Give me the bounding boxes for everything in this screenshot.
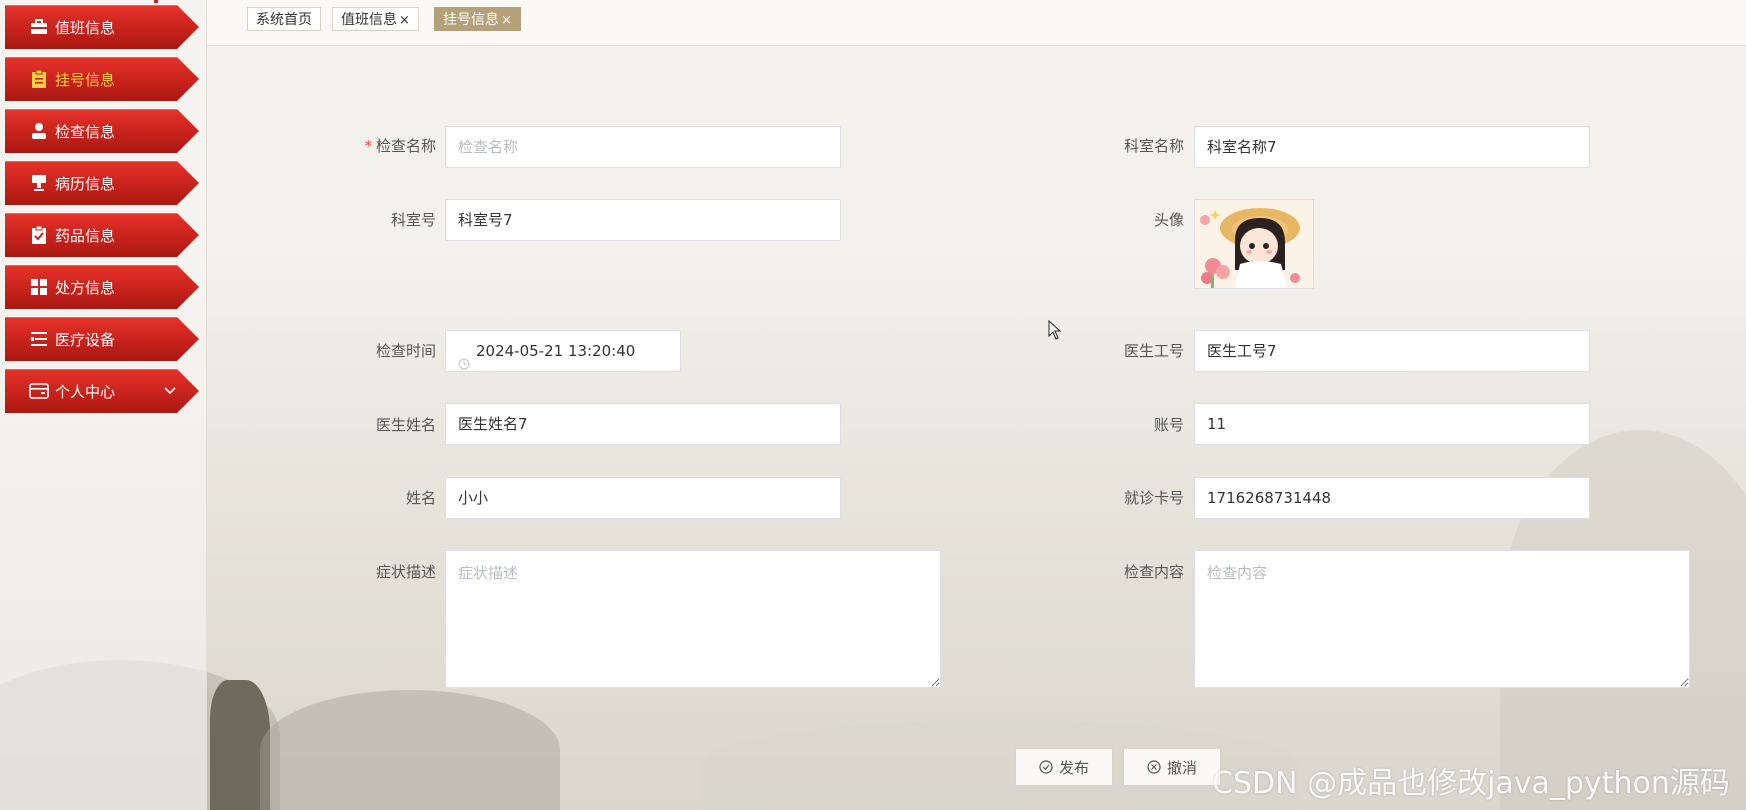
doctor-id-label: 医生工号 — [1123, 342, 1184, 360]
sidebar-item-prescription[interactable]: 处方信息 — [5, 265, 199, 309]
wallet-icon — [29, 381, 49, 401]
sidebar-item-personal-center[interactable]: 个人中心 — [5, 369, 199, 413]
clock-icon — [458, 345, 470, 385]
symptom-textarea[interactable] — [445, 550, 941, 688]
account-input[interactable]: 11 — [1194, 403, 1590, 445]
dept-name-label: 科室名称 — [1123, 137, 1184, 155]
sidebar-item-equipment[interactable]: 医疗设备 — [5, 317, 199, 361]
clipboard-check-icon — [29, 225, 49, 245]
tab-bar: 系统首页 值班信息 × 挂号信息 × — [207, 0, 1746, 46]
patient-name-input[interactable]: 小小 — [445, 477, 841, 519]
card-no-input[interactable]: 1716268731448 — [1194, 477, 1590, 519]
check-time-label: 检查时间 — [375, 342, 436, 360]
clipboard-icon — [29, 69, 49, 89]
sidebar-item-label: 检查信息 — [55, 122, 116, 141]
check-name-label: * 检查名称 — [364, 137, 436, 155]
tab-duty[interactable]: 值班信息 × — [332, 7, 419, 31]
doctor-name-label: 医生姓名 — [375, 416, 436, 434]
sidebar-item-label: 值班信息 — [55, 18, 116, 37]
tab-home[interactable]: 系统首页 — [247, 7, 321, 31]
top-marker — [154, 0, 158, 3]
dept-no-label: 科室号 — [390, 211, 436, 229]
grid-icon — [29, 277, 49, 297]
sidebar-item-label: 药品信息 — [55, 226, 116, 245]
sidebar: 值班信息 挂号信息 检查信息 病历信息 药品信息 处方信息 医疗设备 个人中心 — [0, 0, 207, 810]
sidebar-item-label: 病历信息 — [55, 174, 116, 193]
symptom-label: 症状描述 — [375, 563, 436, 581]
chevron-down-icon — [163, 383, 177, 401]
submit-button[interactable]: 发布 — [1015, 748, 1113, 786]
sidebar-item-records[interactable]: 病历信息 — [5, 161, 199, 205]
watermark: CSDN @成品也修改java_python源码 — [1212, 766, 1730, 801]
check-circle-icon — [1039, 760, 1053, 774]
close-icon[interactable]: × — [399, 13, 410, 28]
check-content-label: 检查内容 — [1123, 563, 1184, 581]
check-time-picker[interactable]: 2024-05-21 13:20:40 — [445, 330, 681, 372]
tab-registration[interactable]: 挂号信息 × — [434, 7, 521, 31]
sidebar-item-duty[interactable]: 值班信息 — [5, 5, 199, 49]
check-content-textarea[interactable] — [1194, 550, 1690, 688]
dept-name-input[interactable]: 科室名称7 — [1194, 126, 1590, 168]
stamp-icon — [29, 173, 49, 193]
doctor-name-input[interactable]: 医生姓名7 — [445, 403, 841, 445]
sidebar-item-label: 挂号信息 — [55, 70, 116, 89]
close-circle-icon — [1147, 760, 1161, 774]
sidebar-item-label: 处方信息 — [55, 278, 116, 297]
patient-name-label: 姓名 — [405, 489, 436, 507]
mouse-cursor-icon — [1048, 319, 1062, 344]
sidebar-item-registration[interactable]: 挂号信息 — [5, 57, 199, 101]
avatar-image[interactable] — [1194, 199, 1314, 289]
cancel-button[interactable]: 撤消 — [1123, 748, 1221, 786]
briefcase-icon — [29, 17, 49, 37]
sidebar-item-label: 医疗设备 — [55, 330, 116, 349]
user-icon — [29, 121, 49, 141]
doctor-id-input[interactable]: 医生工号7 — [1194, 330, 1590, 372]
avatar-label: 头像 — [1153, 211, 1184, 229]
close-icon[interactable]: × — [501, 13, 512, 28]
card-no-label: 就诊卡号 — [1123, 489, 1184, 507]
dept-no-input[interactable]: 科室号7 — [445, 199, 841, 241]
check-name-input[interactable] — [445, 126, 841, 168]
required-marker: * — [364, 137, 372, 155]
sidebar-item-label: 个人中心 — [55, 382, 116, 401]
sidebar-item-medicine[interactable]: 药品信息 — [5, 213, 199, 257]
list-icon — [29, 329, 49, 349]
account-label: 账号 — [1153, 416, 1184, 434]
sidebar-item-examination[interactable]: 检查信息 — [5, 109, 199, 153]
